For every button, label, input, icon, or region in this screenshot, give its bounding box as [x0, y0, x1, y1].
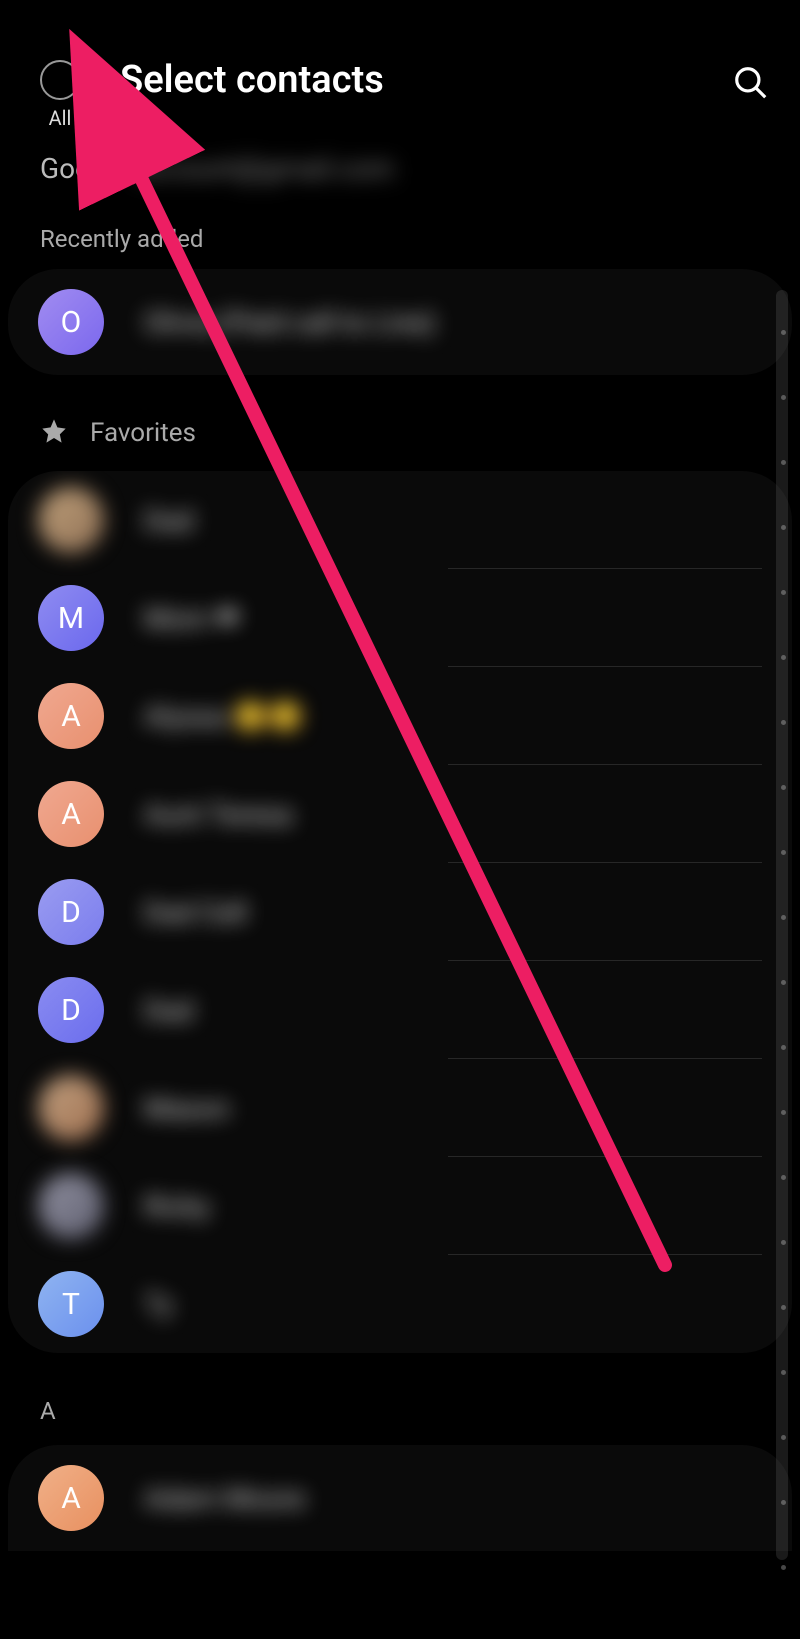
header-bar: All Select contacts: [0, 0, 800, 140]
contact-row-favorite[interactable]: Dad: [8, 471, 792, 569]
contact-row-favorite[interactable]: D Dad: [8, 961, 792, 1059]
contact-name: Dad: [144, 504, 193, 537]
contact-row-favorite[interactable]: M Mom ❤: [8, 569, 792, 667]
contact-row-favorite[interactable]: A Aunt Teresa: [8, 765, 792, 863]
favorites-group: Dad M Mom ❤ A Alyssa 😊😊 A Aunt Teresa D Dad Cell…: [8, 471, 792, 1353]
search-button[interactable]: [732, 64, 770, 106]
avatar: M: [38, 585, 104, 651]
contact-name: Adam Moore: [144, 1482, 305, 1515]
avatar: A: [38, 781, 104, 847]
contact-name: Ty: [144, 1288, 173, 1321]
contact-name: Ricky: [144, 1190, 210, 1223]
avatar: [38, 1173, 104, 1239]
avatar: A: [38, 683, 104, 749]
contact-name: Olivia (Paid call to Line): [144, 306, 436, 339]
account-email: account@gmail.com: [136, 152, 393, 185]
contact-row-favorite[interactable]: Ricky: [8, 1157, 792, 1255]
select-all-checkbox[interactable]: [40, 60, 80, 100]
avatar: D: [38, 879, 104, 945]
section-label-recent: Recently added: [0, 215, 800, 269]
account-row[interactable]: Google account@gmail.com: [0, 140, 800, 215]
avatar: [38, 487, 104, 553]
page-title: Select contacts: [120, 58, 732, 102]
avatar: O: [38, 289, 104, 355]
contact-name: Dad Cell: [144, 896, 247, 929]
avatar: A: [38, 1465, 104, 1531]
contact-row-favorite[interactable]: T Ty: [8, 1255, 792, 1353]
account-provider: Google: [40, 152, 128, 185]
favorites-label: Favorites: [90, 418, 196, 448]
contact-row-favorite[interactable]: Mason: [8, 1059, 792, 1157]
alpha-group-a: A Adam Moore: [8, 1445, 792, 1551]
contact-name: Alyssa 😊😊: [144, 700, 303, 733]
alpha-index-dots[interactable]: [781, 330, 786, 1570]
recent-group: O Olivia (Paid call to Line): [8, 269, 792, 375]
favorites-header: Favorites: [0, 395, 800, 471]
contact-name: Mom ❤: [144, 602, 239, 635]
select-all-label: All: [49, 106, 72, 130]
contact-row-recent[interactable]: O Olivia (Paid call to Line): [8, 269, 792, 375]
star-icon: [40, 417, 68, 449]
avatar: D: [38, 977, 104, 1043]
contact-row-favorite[interactable]: A Alyssa 😊😊: [8, 667, 792, 765]
contact-name: Mason: [144, 1092, 230, 1125]
search-icon: [732, 64, 770, 102]
contact-name: Aunt Teresa: [144, 798, 293, 831]
contact-row-alpha[interactable]: A Adam Moore: [8, 1445, 792, 1551]
contact-row-favorite[interactable]: D Dad Cell: [8, 863, 792, 961]
avatar: [38, 1075, 104, 1141]
alpha-letter-header: A: [0, 1373, 800, 1445]
select-all-button[interactable]: All: [40, 60, 80, 130]
contact-name: Dad: [144, 994, 193, 1027]
avatar: T: [38, 1271, 104, 1337]
